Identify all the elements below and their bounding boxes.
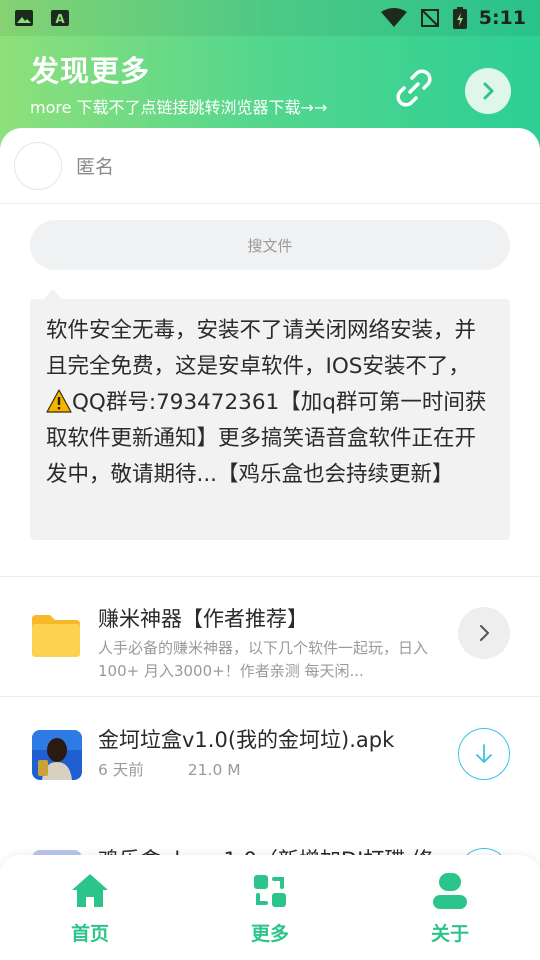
notice-text-end: QQ群号:793472361【加q群可第一时间获取软件更新通知】更多搞笑语音盒软…	[46, 390, 487, 487]
item-meta: 6 天前 21.0 M	[98, 758, 241, 780]
user-icon	[433, 873, 467, 909]
app-icon	[32, 730, 82, 780]
list-item-file[interactable]: 鸡乐盒plus v1.0（新增加DJ打碟,修	[0, 818, 540, 858]
item-description: 人手必备的赚米神器，以下几个软件一起玩，日入100+ 月入3000+！作者亲测 …	[98, 639, 429, 680]
avatar[interactable]	[14, 142, 62, 190]
list-item-folder[interactable]: 赚米神器【作者推荐】 人手必备的赚米神器，以下几个软件一起玩，日入100+ 月入…	[0, 577, 540, 697]
warning-icon	[46, 389, 72, 413]
tab-label: 更多	[250, 923, 289, 945]
profile-name: 匿名	[76, 156, 115, 178]
go-button[interactable]	[465, 68, 511, 114]
tab-about[interactable]: 关于	[360, 855, 540, 960]
tab-label: 关于	[430, 923, 469, 945]
item-size: 21.0 M	[187, 761, 241, 779]
home-icon	[72, 874, 108, 907]
download-button[interactable]	[458, 728, 510, 780]
open-folder-button[interactable]	[458, 607, 510, 659]
wifi-icon	[380, 8, 407, 27]
no-sim-icon	[420, 9, 439, 27]
chevron-right-icon	[483, 82, 494, 100]
page-title: 发现更多	[30, 54, 151, 88]
list-item-file[interactable]: 金坷垃盒v1.0(我的金坷垃).apk 6 天前 21.0 M	[0, 698, 540, 818]
tab-more[interactable]: 更多	[180, 855, 360, 960]
item-title: 赚米神器【作者推荐】	[98, 607, 308, 631]
notice-pointer	[44, 289, 62, 299]
bottom-tab-bar: 首页 更多 关于	[0, 855, 540, 960]
notice-text-start: 软件安全无毒，安装不了请关闭网络安装，并且完全免费，这是安卓软件，IOS安装不了…	[46, 318, 477, 379]
chevron-right-icon	[480, 625, 489, 641]
font-icon: A	[51, 10, 69, 26]
tab-label: 首页	[70, 923, 109, 945]
notice-box: 软件安全无毒，安装不了请关闭网络安装，并且完全免费，这是安卓软件，IOS安装不了…	[30, 299, 510, 540]
page-subtitle[interactable]: more 下载不了点链接跳转浏览器下载→→	[30, 94, 327, 118]
download-icon	[476, 744, 492, 763]
refresh-icon	[254, 875, 286, 907]
folder-icon	[32, 615, 80, 657]
content-sheet: 匿名 搜文件 软件安全无毒，安装不了请关闭网络安装，并且完全免费，这是安卓软件，…	[0, 128, 540, 960]
image-icon	[15, 10, 33, 26]
svg-text:A: A	[55, 12, 65, 26]
link-icon	[396, 69, 432, 107]
profile-row[interactable]: 匿名	[0, 128, 540, 204]
link-button[interactable]	[392, 66, 436, 110]
item-title: 金坷垃盒v1.0(我的金坷垃).apk	[98, 728, 395, 752]
search-input[interactable]: 搜文件	[30, 220, 510, 270]
item-time: 6 天前	[98, 761, 144, 779]
status-bar: A 5:11	[0, 0, 540, 36]
status-time: 5:11	[478, 7, 526, 29]
tab-home[interactable]: 首页	[0, 855, 180, 960]
battery-icon	[452, 7, 467, 29]
page-header: 发现更多 more 下载不了点链接跳转浏览器下载→→	[30, 48, 511, 128]
